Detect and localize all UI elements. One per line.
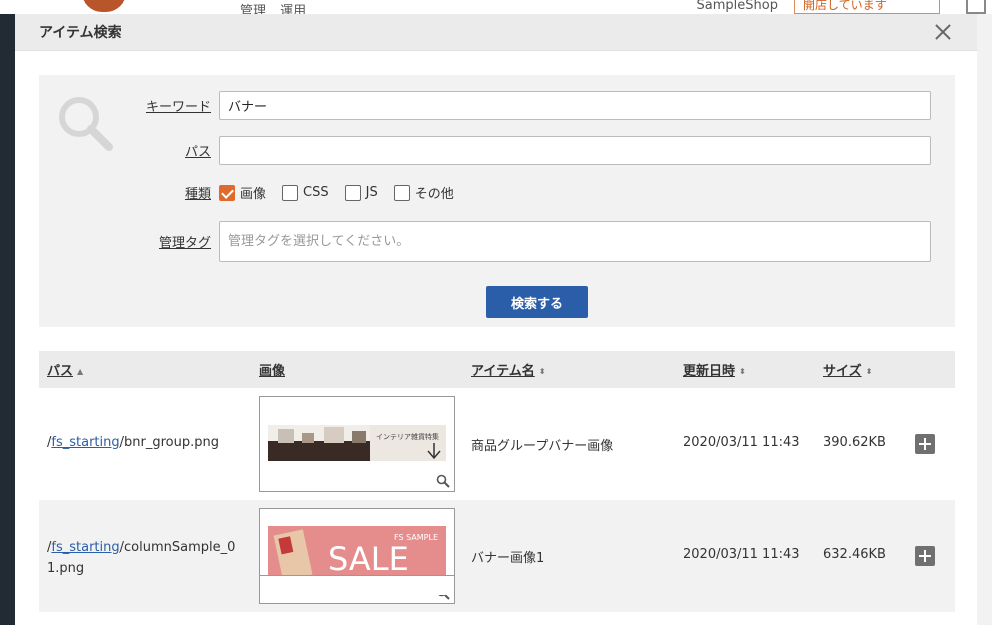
sort-icon: ⬍ xyxy=(538,367,546,376)
col-header-updated-label: 更新日時 xyxy=(683,364,736,379)
zoom-icon[interactable] xyxy=(436,474,450,488)
thumb-text: インテリア雑貨特集 xyxy=(376,432,439,441)
path-input[interactable] xyxy=(219,136,931,165)
type-js-checkbox[interactable] xyxy=(344,184,361,201)
type-image-option[interactable]: 画像 xyxy=(219,183,266,202)
modal-title: アイテム検索 xyxy=(39,25,122,41)
col-header-size[interactable]: サイズ ⬍ xyxy=(823,360,872,379)
col-header-path[interactable]: パス ▲ xyxy=(47,360,83,379)
image-thumbnail-partial xyxy=(259,575,455,595)
add-item-button[interactable] xyxy=(915,546,935,566)
results-table: パス ▲ 画像 アイテム名 ⬍ 更新日時 ⬍ サイズ ⬍ /fs_starting/bn… xyxy=(39,351,955,612)
path-cell: /fs_starting/bnr_group.png xyxy=(47,435,247,450)
updated-cell: 2020/03/11 11:43 xyxy=(683,435,800,450)
app-sidebar xyxy=(0,14,15,625)
type-css-option[interactable]: CSS xyxy=(282,184,329,201)
type-js-label: JS xyxy=(365,185,378,200)
type-row: 種類 画像 CSS JS その他 xyxy=(39,183,470,202)
item-search-modal: アイテム検索 キーワード パス 種類 画像 CSS xyxy=(15,14,977,625)
modal-header: アイテム検索 xyxy=(15,14,977,51)
thumb-brand-text: FS SAMPLE xyxy=(394,533,438,542)
col-header-name-label: アイテム名 xyxy=(471,364,535,379)
image-thumbnail[interactable]: インテリア雑貨特集 xyxy=(259,396,455,492)
search-panel: キーワード パス 種類 画像 CSS JS xyxy=(39,75,955,327)
size-cell: 390.62KB xyxy=(823,435,886,450)
type-other-option[interactable]: その他 xyxy=(393,183,454,202)
table-header: パス ▲ 画像 アイテム名 ⬍ 更新日時 ⬍ サイズ ⬍ xyxy=(39,351,955,388)
table-row: /fs_starting/columnSample_01.png SALE FS… xyxy=(39,500,955,612)
close-icon[interactable] xyxy=(933,22,953,42)
tag-select-input[interactable] xyxy=(219,221,931,262)
type-label: 種類 xyxy=(184,187,211,202)
path-folder-link[interactable]: fs_starting xyxy=(51,540,119,555)
add-item-button[interactable] xyxy=(915,434,935,454)
banner-thumbnail-image: インテリア雑貨特集 xyxy=(268,425,446,461)
tag-label: 管理タグ xyxy=(158,236,211,251)
thumb-sale-text: SALE xyxy=(328,540,409,578)
sort-icon: ⬍ xyxy=(865,367,873,376)
col-header-updated[interactable]: 更新日時 ⬍ xyxy=(683,360,746,379)
path-filename: /bnr_group.png xyxy=(119,435,219,450)
type-css-label: CSS xyxy=(303,185,329,200)
type-image-label: 画像 xyxy=(240,187,267,202)
search-submit-button[interactable]: 検索する xyxy=(486,286,588,318)
item-name-cell: バナー画像1 xyxy=(471,551,545,566)
type-other-label: その他 xyxy=(414,187,454,202)
shop-name[interactable]: SampleShop xyxy=(697,0,778,13)
app-main-edge xyxy=(977,14,992,625)
shop-status-badge[interactable]: 開店しています xyxy=(794,0,940,14)
tag-row: 管理タグ xyxy=(39,221,931,262)
path-folder-link[interactable]: fs_starting xyxy=(51,435,119,450)
type-other-checkbox[interactable] xyxy=(393,184,410,201)
type-js-option[interactable]: JS xyxy=(344,184,378,201)
col-header-image: 画像 xyxy=(259,364,286,379)
updated-cell: 2020/03/11 11:43 xyxy=(683,547,800,562)
table-row: /fs_starting/bnr_group.png インテリア雑貨特集 商品グ… xyxy=(39,388,955,500)
item-name-cell: 商品グループバナー画像 xyxy=(471,439,614,454)
sort-asc-icon: ▲ xyxy=(77,367,84,376)
type-image-checkbox[interactable] xyxy=(219,184,235,201)
path-label: パス xyxy=(184,145,211,160)
type-css-checkbox[interactable] xyxy=(282,184,299,201)
size-cell: 632.46KB xyxy=(823,547,886,562)
keyword-row: キーワード xyxy=(39,91,931,120)
keyword-label: キーワード xyxy=(145,100,211,115)
keyword-input[interactable] xyxy=(219,91,931,120)
col-header-name[interactable]: アイテム名 ⬍ xyxy=(471,360,545,379)
col-header-path-label: パス xyxy=(47,364,74,379)
col-header-size-label: サイズ xyxy=(823,364,862,379)
path-cell: /fs_starting/columnSample_01.png xyxy=(47,537,247,579)
apps-grid-icon[interactable] xyxy=(966,0,986,14)
type-checkbox-group: 画像 CSS JS その他 xyxy=(219,183,470,202)
sort-icon: ⬍ xyxy=(739,367,746,376)
path-row: パス xyxy=(39,136,931,165)
